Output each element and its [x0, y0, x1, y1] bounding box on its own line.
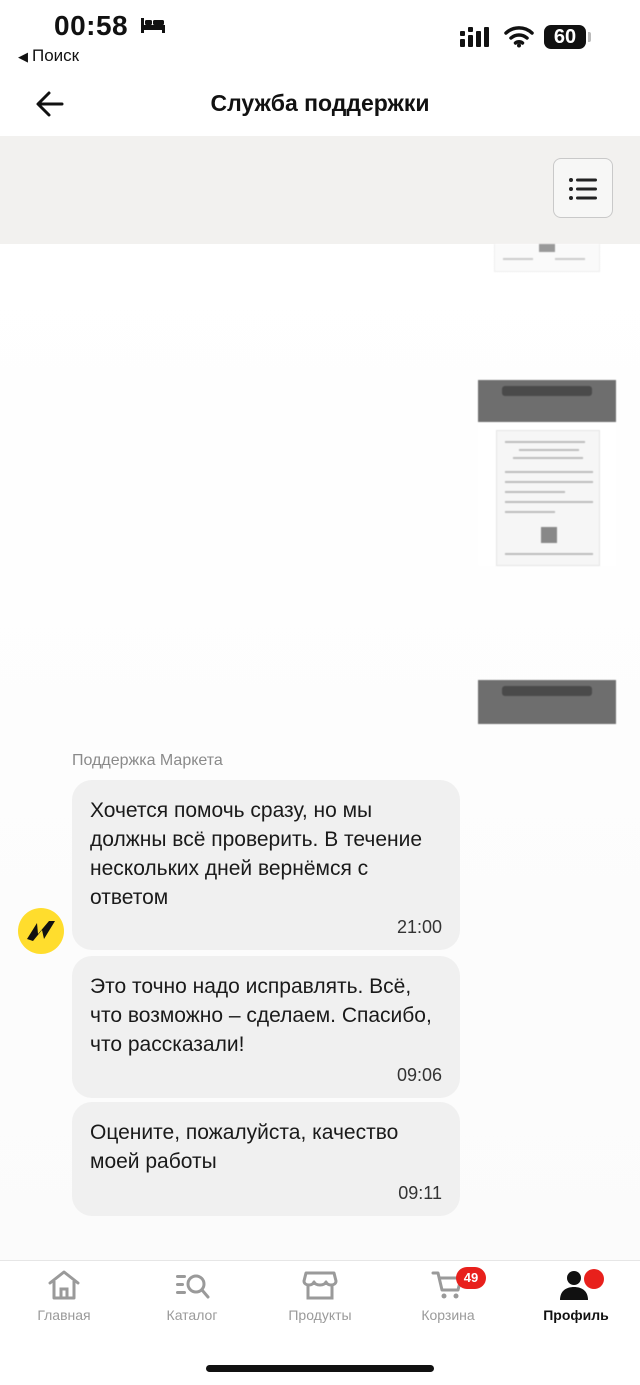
message-text: Оцените, пожалуйста, качество моей работ…: [90, 1121, 399, 1173]
nav-cart[interactable]: 49 Корзина: [388, 1267, 508, 1333]
message-text: Хочется помочь сразу, но мы должны всё п…: [90, 799, 423, 909]
sender-name: Поддержка Маркета: [72, 752, 223, 769]
nav-label: Корзина: [421, 1307, 475, 1323]
message-bubble: Оцените, пожалуйста, качество моей работ…: [72, 1102, 460, 1216]
nav-label: Профиль: [543, 1307, 609, 1323]
catalog-search-icon: [176, 1274, 210, 1299]
status-time: 00:58: [54, 10, 129, 41]
status-bar: 00:58 ◀ Поиск 60: [0, 0, 640, 74]
message-time: 21:00: [396, 917, 442, 937]
support-chat-screen: 00:58 ◀ Поиск 60 Служба поддержки Поддер…: [0, 0, 640, 1385]
page-title: Служба поддержки: [210, 90, 430, 116]
header: Служба поддержки: [0, 74, 640, 136]
battery-indicator: 60: [544, 25, 586, 49]
message-bubble: Хочется помочь сразу, но мы должны всё п…: [72, 780, 460, 950]
store-icon: [302, 1271, 338, 1300]
bed-icon: [141, 18, 165, 33]
chat-toolbar: [0, 136, 640, 244]
message-text: Это точно надо исправлять. Всё, что возм…: [90, 975, 432, 1056]
cart-count-badge: 49: [456, 1267, 486, 1289]
battery-tip: [588, 32, 591, 42]
nav-home[interactable]: Главная: [4, 1269, 124, 1333]
list-menu-icon: [569, 178, 597, 200]
home-indicator[interactable]: [206, 1365, 434, 1372]
market-logo-icon: [27, 921, 55, 941]
back-to-app-link[interactable]: ◀ Поиск: [18, 46, 79, 66]
message-time: 09:06: [396, 1065, 442, 1085]
nav-profile[interactable]: Профиль: [516, 1269, 636, 1333]
home-icon: [48, 1270, 80, 1300]
nav-label: Продукты: [288, 1307, 352, 1323]
cellular-signal-icon: [460, 27, 489, 47]
nav-label: Каталог: [166, 1307, 218, 1323]
message-time: 09:11: [398, 1183, 442, 1203]
menu-button[interactable]: [553, 158, 613, 218]
message-bubble: Это точно надо исправлять. Всё, что возм…: [72, 956, 460, 1098]
back-triangle-icon: ◀: [18, 49, 28, 64]
chat-area[interactable]: Поддержка Маркета Хочется помочь сразу, …: [0, 244, 640, 1260]
avatar: [18, 908, 64, 954]
nav-catalog[interactable]: Каталог: [132, 1269, 252, 1333]
attachment-thumbnail[interactable]: [494, 244, 600, 272]
wifi-icon: [504, 26, 534, 48]
attachment-thumbnail[interactable]: [478, 380, 616, 566]
notification-dot: [584, 1269, 604, 1289]
bottom-nav: Главная Каталог Продукты 49 Корзина Проф…: [0, 1260, 640, 1385]
nav-label: Главная: [37, 1307, 91, 1323]
back-app-label: Поиск: [32, 46, 80, 65]
nav-products[interactable]: Продукты: [260, 1269, 380, 1333]
attachment-thumbnail[interactable]: [478, 680, 616, 724]
